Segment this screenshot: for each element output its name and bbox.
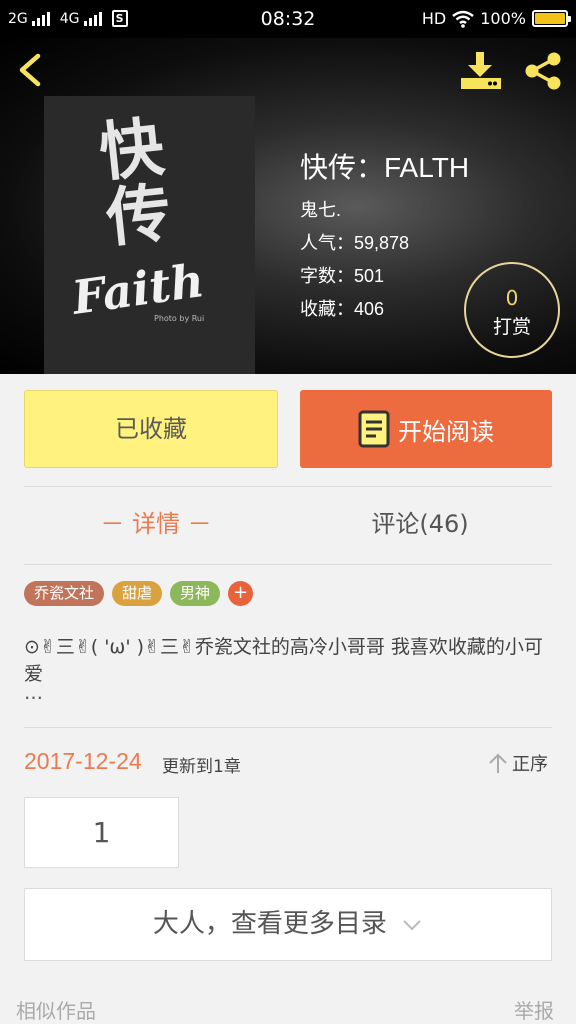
tag-list: 乔瓷文社 甜虐 男神 + bbox=[24, 581, 254, 606]
start-reading-label: 开始阅读 bbox=[398, 417, 494, 446]
popularity-label: 人气： bbox=[300, 233, 354, 253]
favorites-label: 收藏： bbox=[300, 299, 354, 319]
status-right: HD 100% bbox=[421, 9, 571, 28]
update-text: 更新到1章 bbox=[162, 757, 241, 777]
tag-item[interactable]: 男神 bbox=[170, 581, 221, 606]
sort-order-label: 正序 bbox=[512, 754, 548, 775]
back-button[interactable] bbox=[12, 50, 52, 90]
book-popularity: 人气：59,878 bbox=[300, 229, 409, 255]
add-tag-button[interactable]: + bbox=[228, 581, 254, 606]
cover-title-zh: 快传 bbox=[85, 112, 174, 252]
chevron-down-icon bbox=[403, 919, 421, 930]
words-value: 501 bbox=[354, 266, 385, 286]
description-more[interactable]: … bbox=[24, 682, 43, 704]
chevron-left-icon bbox=[19, 53, 41, 87]
tip-button[interactable]: 0 打赏 bbox=[464, 262, 560, 358]
tag-item[interactable]: 乔瓷文社 bbox=[24, 581, 105, 606]
download-icon bbox=[461, 52, 501, 89]
book-header: 快传 Faith Photo by Rui 快传：FALTH 鬼七. 人气：59… bbox=[0, 38, 576, 374]
book-description: ⊙✌三✌( 'ω' )✌三✌乔瓷文社的高冷小哥哥 我喜欢收藏的小可爱 bbox=[24, 636, 543, 685]
tip-label: 打赏 bbox=[492, 316, 531, 338]
more-catalog-label: 大人，查看更多目录 bbox=[152, 909, 387, 939]
favorites-value: 406 bbox=[354, 299, 385, 319]
cover-subtitle: Photo by Rui bbox=[154, 314, 205, 323]
similar-works-title: 相似作品 bbox=[16, 999, 96, 1023]
book-word-count: 字数：501 bbox=[300, 262, 384, 288]
start-reading-button[interactable]: 开始阅读 bbox=[300, 390, 552, 468]
divider bbox=[24, 727, 552, 728]
hd-label: HD bbox=[421, 9, 447, 28]
book-icon bbox=[358, 410, 390, 448]
book-cover: 快传 Faith Photo by Rui bbox=[44, 96, 255, 374]
report-link[interactable]: 举报 bbox=[514, 995, 554, 1024]
tab-details[interactable]: － 详情 － bbox=[24, 504, 288, 539]
status-bar: 2G 4G S 08:32 HD 100% bbox=[0, 0, 576, 38]
book-title: 快传：FALTH bbox=[300, 152, 470, 183]
battery-icon bbox=[532, 10, 571, 27]
popularity-value: 59,878 bbox=[354, 233, 410, 253]
tag-item[interactable]: 甜虐 bbox=[112, 581, 163, 606]
chapter-page-item[interactable]: 1 bbox=[24, 797, 179, 868]
battery-percent: 100% bbox=[480, 9, 526, 28]
words-label: 字数： bbox=[300, 266, 354, 286]
book-favorites: 收藏：406 bbox=[300, 295, 384, 321]
tab-comments[interactable]: 评论(46) bbox=[288, 504, 552, 539]
download-button[interactable] bbox=[458, 50, 504, 92]
share-icon bbox=[525, 52, 561, 90]
divider bbox=[24, 486, 552, 487]
book-author: 鬼七. bbox=[300, 200, 342, 220]
tip-count: 0 bbox=[505, 286, 519, 310]
divider bbox=[24, 564, 552, 565]
update-date: 2017-12-24 bbox=[24, 748, 142, 774]
arrow-up-icon bbox=[489, 753, 507, 773]
more-catalog-button[interactable]: 大人，查看更多目录 bbox=[24, 888, 552, 961]
collected-button[interactable]: 已收藏 bbox=[24, 390, 278, 468]
sort-order-button[interactable]: 正序 bbox=[488, 750, 548, 776]
wifi-icon bbox=[452, 10, 475, 28]
share-button[interactable] bbox=[520, 50, 566, 92]
